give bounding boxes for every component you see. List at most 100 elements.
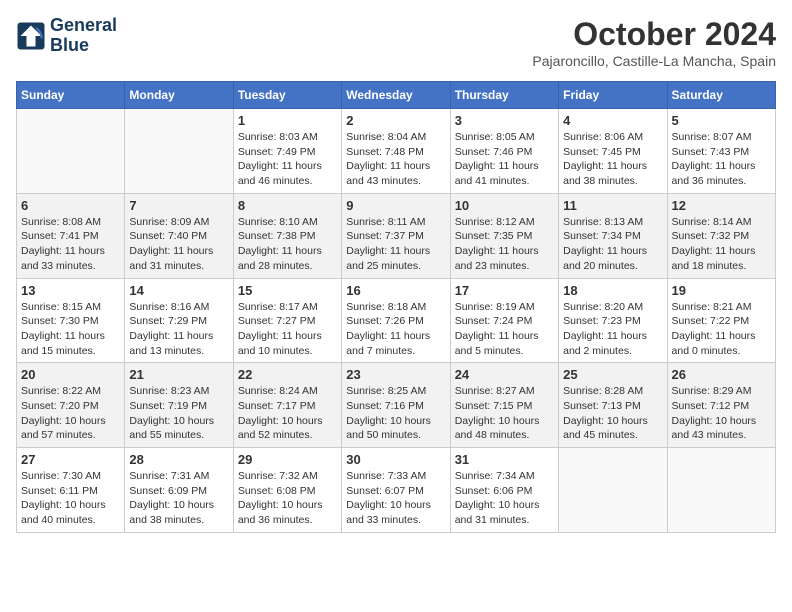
day-info: Sunrise: 8:21 AMSunset: 7:22 PMDaylight:… [672, 300, 771, 359]
day-info: Sunrise: 8:23 AMSunset: 7:19 PMDaylight:… [129, 384, 228, 443]
day-info: Sunrise: 8:12 AMSunset: 7:35 PMDaylight:… [455, 215, 554, 274]
day-number: 1 [238, 113, 337, 128]
calendar-cell: 29 Sunrise: 7:32 AMSunset: 6:08 PMDayligh… [233, 448, 341, 533]
logo-line2: Blue [50, 36, 117, 56]
location: Pajaroncillo, Castille-La Mancha, Spain [532, 53, 776, 69]
weekday-header: Thursday [450, 82, 558, 109]
day-info: Sunrise: 7:34 AMSunset: 6:06 PMDaylight:… [455, 469, 554, 528]
calendar-cell: 31 Sunrise: 7:34 AMSunset: 6:06 PMDayligh… [450, 448, 558, 533]
day-number: 3 [455, 113, 554, 128]
page-header: General Blue October 2024 Pajaroncillo, … [16, 16, 776, 69]
weekday-header: Friday [559, 82, 667, 109]
calendar-cell: 10 Sunrise: 8:12 AMSunset: 7:35 PMDayligh… [450, 193, 558, 278]
day-number: 29 [238, 452, 337, 467]
weekday-header-row: SundayMondayTuesdayWednesdayThursdayFrid… [17, 82, 776, 109]
calendar-cell: 12 Sunrise: 8:14 AMSunset: 7:32 PMDayligh… [667, 193, 775, 278]
day-number: 6 [21, 198, 120, 213]
day-info: Sunrise: 8:13 AMSunset: 7:34 PMDaylight:… [563, 215, 662, 274]
day-number: 31 [455, 452, 554, 467]
calendar-cell: 25Sunrise: 8:28 AMSunset: 7:13 PMDayligh… [559, 363, 667, 448]
day-number: 14 [129, 283, 228, 298]
calendar-cell: 3Sunrise: 8:05 AMSunset: 7:46 PMDaylight… [450, 109, 558, 194]
day-number: 13 [21, 283, 120, 298]
calendar-week-row: 6 Sunrise: 8:08 AMSunset: 7:41 PMDaylight… [17, 193, 776, 278]
weekday-header: Tuesday [233, 82, 341, 109]
day-number: 12 [672, 198, 771, 213]
weekday-header: Monday [125, 82, 233, 109]
day-number: 23 [346, 367, 445, 382]
day-info: Sunrise: 7:30 AMSunset: 6:11 PMDaylight:… [21, 469, 120, 528]
day-info: Sunrise: 8:06 AMSunset: 7:45 PMDaylight:… [563, 130, 662, 189]
day-number: 27 [21, 452, 120, 467]
calendar-cell: 21Sunrise: 8:23 AMSunset: 7:19 PMDayligh… [125, 363, 233, 448]
day-info: Sunrise: 8:11 AMSunset: 7:37 PMDaylight:… [346, 215, 445, 274]
calendar-cell: 1 Sunrise: 8:03 AMSunset: 7:49 PMDaylight… [233, 109, 341, 194]
day-number: 18 [563, 283, 662, 298]
day-number: 17 [455, 283, 554, 298]
calendar-cell: 23 Sunrise: 8:25 AMSunset: 7:16 PMDayligh… [342, 363, 450, 448]
logo-text: General Blue [50, 16, 117, 56]
logo: General Blue [16, 16, 117, 56]
day-info: Sunrise: 8:07 AMSunset: 7:43 PMDaylight:… [672, 130, 771, 189]
calendar-cell: 7 Sunrise: 8:09 AMSunset: 7:40 PMDaylight… [125, 193, 233, 278]
title-area: October 2024 Pajaroncillo, Castille-La M… [532, 16, 776, 69]
day-number: 10 [455, 198, 554, 213]
logo-icon [16, 21, 46, 51]
calendar-week-row: 20Sunrise: 8:22 AMSunset: 7:20 PMDayligh… [17, 363, 776, 448]
weekday-header: Saturday [667, 82, 775, 109]
day-number: 5 [672, 113, 771, 128]
day-number: 7 [129, 198, 228, 213]
calendar-cell: 8Sunrise: 8:10 AMSunset: 7:38 PMDaylight… [233, 193, 341, 278]
day-number: 24 [455, 367, 554, 382]
day-info: Sunrise: 8:10 AMSunset: 7:38 PMDaylight:… [238, 215, 337, 274]
calendar-cell: 19Sunrise: 8:21 AMSunset: 7:22 PMDayligh… [667, 278, 775, 363]
calendar-table: SundayMondayTuesdayWednesdayThursdayFrid… [16, 81, 776, 533]
calendar-week-row: 1 Sunrise: 8:03 AMSunset: 7:49 PMDaylight… [17, 109, 776, 194]
day-info: Sunrise: 8:20 AMSunset: 7:23 PMDaylight:… [563, 300, 662, 359]
day-info: Sunrise: 7:31 AMSunset: 6:09 PMDaylight:… [129, 469, 228, 528]
calendar-cell: 2 Sunrise: 8:04 AMSunset: 7:48 PMDaylight… [342, 109, 450, 194]
calendar-cell: 24 Sunrise: 8:27 AMSunset: 7:15 PMDayligh… [450, 363, 558, 448]
day-info: Sunrise: 8:08 AMSunset: 7:41 PMDaylight:… [21, 215, 120, 274]
day-number: 9 [346, 198, 445, 213]
calendar-cell: 4 Sunrise: 8:06 AMSunset: 7:45 PMDaylight… [559, 109, 667, 194]
calendar-cell: 11 Sunrise: 8:13 AMSunset: 7:34 PMDayligh… [559, 193, 667, 278]
day-number: 26 [672, 367, 771, 382]
calendar-cell [125, 109, 233, 194]
day-number: 4 [563, 113, 662, 128]
day-info: Sunrise: 8:04 AMSunset: 7:48 PMDaylight:… [346, 130, 445, 189]
calendar-cell: 6 Sunrise: 8:08 AMSunset: 7:41 PMDaylight… [17, 193, 125, 278]
calendar-cell [17, 109, 125, 194]
day-info: Sunrise: 8:03 AMSunset: 7:49 PMDaylight:… [238, 130, 337, 189]
day-info: Sunrise: 8:15 AMSunset: 7:30 PMDaylight:… [21, 300, 120, 359]
calendar-cell: 15 Sunrise: 8:17 AMSunset: 7:27 PMDayligh… [233, 278, 341, 363]
calendar-cell: 28Sunrise: 7:31 AMSunset: 6:09 PMDayligh… [125, 448, 233, 533]
day-number: 30 [346, 452, 445, 467]
calendar-cell: 26Sunrise: 8:29 AMSunset: 7:12 PMDayligh… [667, 363, 775, 448]
day-info: Sunrise: 8:18 AMSunset: 7:26 PMDaylight:… [346, 300, 445, 359]
weekday-header: Sunday [17, 82, 125, 109]
calendar-cell: 18 Sunrise: 8:20 AMSunset: 7:23 PMDayligh… [559, 278, 667, 363]
day-info: Sunrise: 8:09 AMSunset: 7:40 PMDaylight:… [129, 215, 228, 274]
day-number: 20 [21, 367, 120, 382]
day-number: 11 [563, 198, 662, 213]
day-info: Sunrise: 8:24 AMSunset: 7:17 PMDaylight:… [238, 384, 337, 443]
day-number: 16 [346, 283, 445, 298]
day-number: 15 [238, 283, 337, 298]
day-number: 2 [346, 113, 445, 128]
calendar-cell: 30 Sunrise: 7:33 AMSunset: 6:07 PMDayligh… [342, 448, 450, 533]
calendar-cell: 9 Sunrise: 8:11 AMSunset: 7:37 PMDaylight… [342, 193, 450, 278]
calendar-cell: 5 Sunrise: 8:07 AMSunset: 7:43 PMDaylight… [667, 109, 775, 194]
calendar-cell: 14Sunrise: 8:16 AMSunset: 7:29 PMDayligh… [125, 278, 233, 363]
day-info: Sunrise: 8:27 AMSunset: 7:15 PMDaylight:… [455, 384, 554, 443]
calendar-week-row: 27 Sunrise: 7:30 AMSunset: 6:11 PMDayligh… [17, 448, 776, 533]
weekday-header: Wednesday [342, 82, 450, 109]
calendar-cell [559, 448, 667, 533]
day-info: Sunrise: 8:25 AMSunset: 7:16 PMDaylight:… [346, 384, 445, 443]
calendar-week-row: 13 Sunrise: 8:15 AMSunset: 7:30 PMDayligh… [17, 278, 776, 363]
day-info: Sunrise: 7:33 AMSunset: 6:07 PMDaylight:… [346, 469, 445, 528]
day-info: Sunrise: 8:14 AMSunset: 7:32 PMDaylight:… [672, 215, 771, 274]
day-info: Sunrise: 7:32 AMSunset: 6:08 PMDaylight:… [238, 469, 337, 528]
day-info: Sunrise: 8:17 AMSunset: 7:27 PMDaylight:… [238, 300, 337, 359]
calendar-cell: 13 Sunrise: 8:15 AMSunset: 7:30 PMDayligh… [17, 278, 125, 363]
